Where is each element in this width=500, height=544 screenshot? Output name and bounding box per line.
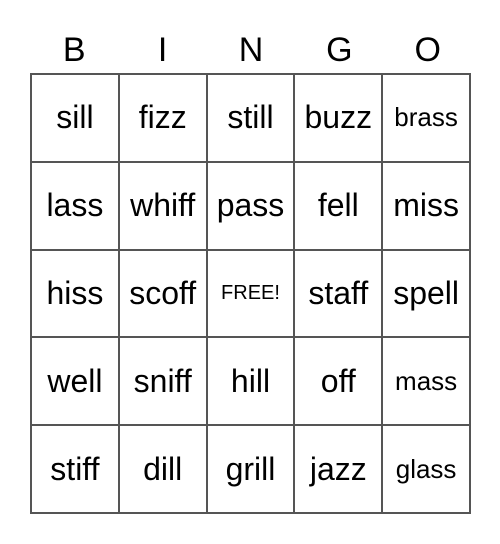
bingo-cell[interactable]: miss xyxy=(382,161,470,250)
bingo-cell[interactable]: whiff xyxy=(118,161,207,250)
bingo-cell[interactable]: fizz xyxy=(118,74,207,162)
bingo-cell[interactable]: hiss xyxy=(31,249,119,338)
bingo-cell[interactable]: lass xyxy=(31,161,119,250)
bingo-cell[interactable]: well xyxy=(31,337,119,426)
header-letter: I xyxy=(157,31,168,69)
bingo-header: BINGO xyxy=(30,28,472,72)
header-letter: N xyxy=(238,31,264,69)
bingo-cell[interactable]: jazz xyxy=(294,425,383,513)
bingo-cell[interactable]: still xyxy=(206,74,295,162)
bingo-cell[interactable]: brass xyxy=(382,74,470,162)
bingo-cell[interactable]: grill xyxy=(206,425,295,513)
bingo-cell[interactable]: buzz xyxy=(294,74,383,162)
bingo-grid: sill fizz still buzz brass lass whiff pass fell m… xyxy=(30,73,471,514)
header-letter: G xyxy=(326,31,353,69)
bingo-cell[interactable]: hill xyxy=(206,337,295,426)
header-letter: O xyxy=(414,31,441,69)
bingo-cell[interactable]: pass xyxy=(206,161,295,250)
bingo-cell[interactable]: spell xyxy=(382,249,470,338)
header-letter: B xyxy=(62,31,86,69)
bingo-cell[interactable]: scoff xyxy=(118,249,207,338)
bingo-cell[interactable]: sill xyxy=(31,74,119,162)
free-space[interactable]: FREE! xyxy=(206,249,295,338)
bingo-cell[interactable]: stiff xyxy=(31,425,119,513)
bingo-cell[interactable]: off xyxy=(294,337,383,426)
bingo-cell[interactable]: dill xyxy=(118,425,207,513)
bingo-cell[interactable]: fell xyxy=(294,161,383,250)
bingo-cell[interactable]: sniff xyxy=(118,337,207,426)
bingo-cell[interactable]: mass xyxy=(382,337,470,426)
bingo-cell[interactable]: staff xyxy=(294,249,383,338)
bingo-cell[interactable]: glass xyxy=(382,425,470,513)
